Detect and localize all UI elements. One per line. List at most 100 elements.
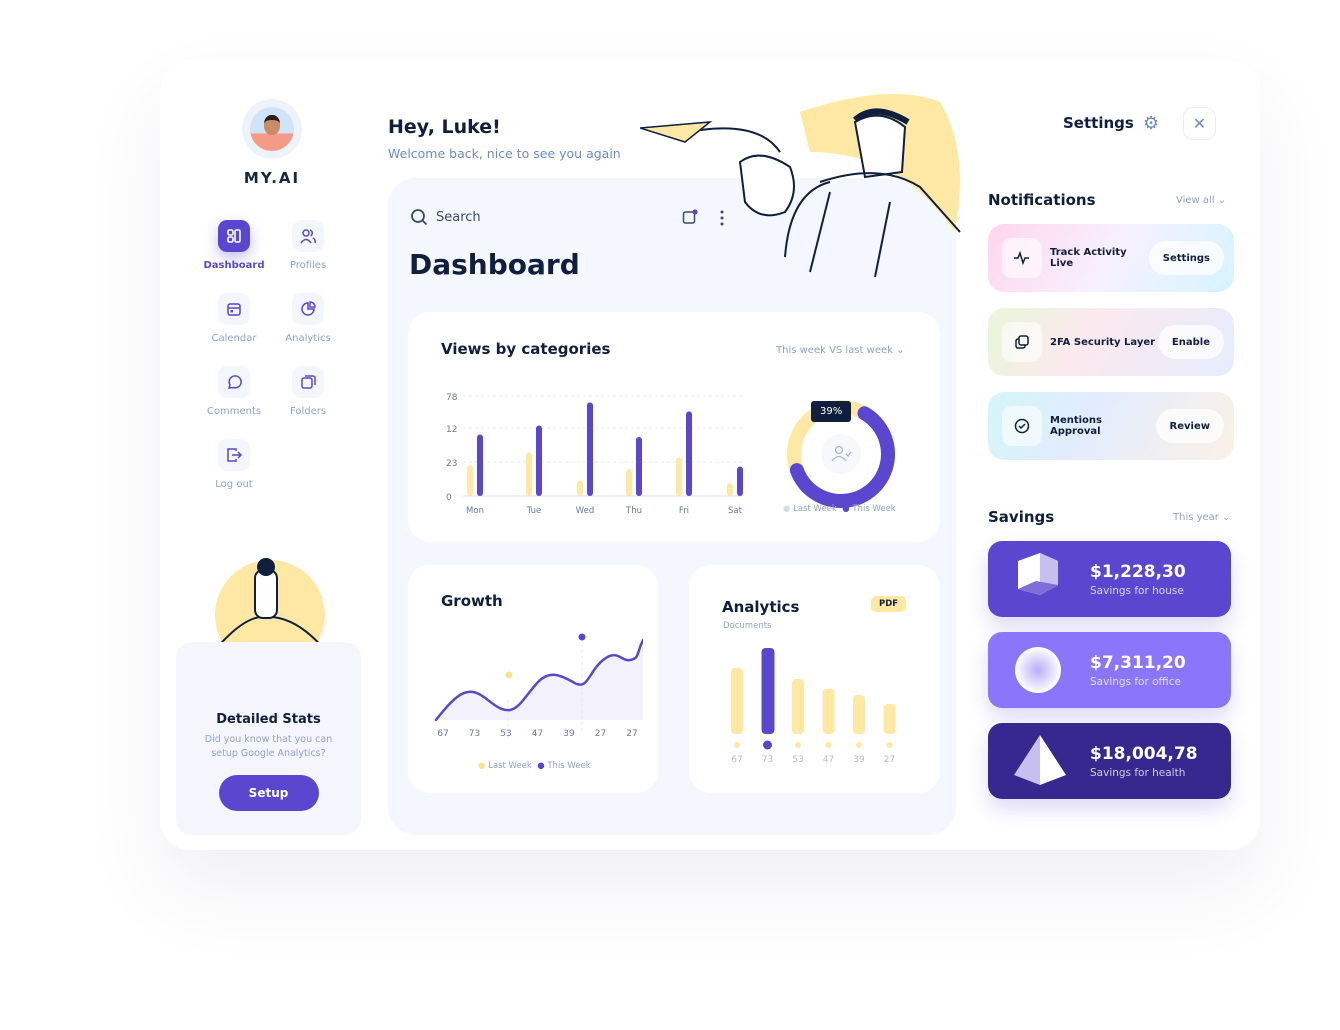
x-tick-label: Tue <box>526 506 542 516</box>
savings-amount: $18,004,78 <box>1090 743 1198 764</box>
folders-icon <box>301 375 316 389</box>
notification-bell-icon[interactable] <box>682 209 698 225</box>
page-title: Dashboard <box>409 248 580 281</box>
legend-last-week: Last Week <box>488 761 532 771</box>
sidebar-item-log-out[interactable]: Log out <box>197 439 271 490</box>
x-tick-label: 53 <box>500 729 511 739</box>
brand-logo: MY.AI <box>243 169 301 187</box>
chevron-down-icon: ⌄ <box>896 345 905 356</box>
users-icon <box>300 229 316 244</box>
bar-dot <box>886 742 893 748</box>
more-options-icon[interactable] <box>718 210 726 226</box>
savings-amount: $1,228,30 <box>1090 561 1186 582</box>
views-card: Views by categories This week VS last we… <box>408 312 940 542</box>
analytics-bar[interactable] <box>761 648 775 734</box>
close-button[interactable]: ✕ <box>1183 107 1216 140</box>
pdf-badge[interactable]: PDF <box>871 596 907 612</box>
bar-last-week[interactable] <box>727 483 733 496</box>
sidebar-item-analytics[interactable]: Analytics <box>271 293 345 344</box>
point-this-week[interactable] <box>576 631 588 643</box>
notification-action-button[interactable]: Review <box>1155 409 1224 443</box>
sidebar-item-folders[interactable]: Folders <box>271 366 345 417</box>
views-title: Views by categories <box>441 340 611 358</box>
growth-title: Growth <box>441 592 503 610</box>
x-tick-label: 39 <box>563 729 575 739</box>
sidebar-item-label: Dashboard <box>203 260 265 271</box>
sidebar-item-label: Log out <box>215 479 253 490</box>
legend-last-week: Last Week <box>793 504 837 514</box>
sidebar-item-comments[interactable]: Comments <box>197 366 271 417</box>
promo-title: Detailed Stats <box>216 712 321 727</box>
bar-this-week[interactable] <box>686 411 692 496</box>
views-filter-dropdown[interactable]: This week VS last week ⌄ <box>776 345 905 356</box>
x-tick-label: 73 <box>469 729 480 739</box>
bar-last-week[interactable] <box>577 480 583 496</box>
x-tick-label: 73 <box>762 755 773 765</box>
bar-last-week[interactable] <box>626 469 632 496</box>
sidebar-item-label: Analytics <box>285 333 331 344</box>
setup-button[interactable]: Setup <box>218 775 319 811</box>
bar-this-week[interactable] <box>636 437 642 496</box>
sidebar-item-calendar[interactable]: Calendar <box>197 293 271 344</box>
analytics-subtitle: Documents <box>723 621 772 631</box>
sidebar-item-profiles[interactable]: Profiles <box>271 220 345 271</box>
bar-last-week[interactable] <box>467 465 473 496</box>
analytics-bar[interactable] <box>822 689 835 734</box>
growth-line-chart: 67 73 53 47 39 27 27 <box>434 631 643 740</box>
x-tick-label: 67 <box>731 755 742 765</box>
search-placeholder: Search <box>436 209 481 225</box>
bar-dot <box>795 742 801 748</box>
bar-this-week[interactable] <box>477 434 483 496</box>
savings-card[interactable]: $18,004,78 Savings for health <box>988 723 1231 799</box>
analytics-bar[interactable] <box>792 679 804 734</box>
bar-this-week[interactable] <box>737 466 743 496</box>
x-tick-label: 27 <box>884 755 895 765</box>
notification-label: Mentions Approval <box>1050 415 1103 437</box>
bar-this-week[interactable] <box>587 402 593 496</box>
analytics-bar-chart: 67 73 53 47 39 27 <box>731 648 896 765</box>
bar-last-week[interactable] <box>526 452 532 496</box>
analytics-title: Analytics <box>722 598 800 616</box>
point-last-week[interactable] <box>503 669 515 681</box>
bar-dot <box>825 742 832 748</box>
y-tick-label: 23 <box>446 459 457 469</box>
analytics-bar[interactable] <box>883 704 896 734</box>
bar-last-week[interactable] <box>676 457 682 496</box>
savings-card[interactable]: $1,228,30 Savings for house <box>988 541 1231 617</box>
close-icon: ✕ <box>1192 114 1207 133</box>
savings-amount: $7,311,20 <box>1090 652 1186 673</box>
notification-item: 2FA Security Layer Enable <box>988 308 1234 376</box>
logout-icon <box>227 448 243 462</box>
avatar[interactable] <box>242 99 302 159</box>
x-tick-label: Wed <box>576 506 595 516</box>
savings-title: Savings <box>988 508 1055 526</box>
promo-text: Did you know that you can setup Google A… <box>204 734 333 759</box>
x-tick-label: 53 <box>792 755 803 765</box>
notification-action-button[interactable]: Enable <box>1157 325 1224 359</box>
growth-legend: ● Last Week ● This Week <box>478 761 591 771</box>
analytics-card: Analytics Documents PDF 67 73 53 47 39 27 <box>689 565 940 793</box>
check-circle-icon <box>1014 418 1030 434</box>
y-tick-label: 78 <box>446 393 458 403</box>
savings-filter-dropdown[interactable]: This year ⌄ <box>1173 512 1231 523</box>
pie-chart-icon <box>301 301 316 316</box>
view-all-link[interactable]: View all ⌄ <box>1176 195 1226 206</box>
notification-label: 2FA Security Layer <box>1050 336 1156 348</box>
x-tick-label: Mon <box>466 506 484 516</box>
greeting: Hey, Luke! <box>388 116 501 138</box>
sidebar-item-label: Comments <box>206 406 262 417</box>
gear-icon[interactable]: ⚙ <box>1143 113 1159 134</box>
search-input[interactable]: Search <box>410 208 481 226</box>
greeting-subtitle: Welcome back, nice to see you again <box>388 146 621 161</box>
notification-action-button[interactable]: Settings <box>1148 241 1224 275</box>
analytics-bar[interactable] <box>853 695 865 734</box>
analytics-bar[interactable] <box>731 668 743 734</box>
savings-card[interactable]: $7,311,20 Savings for office <box>988 632 1231 708</box>
bar-this-week[interactable] <box>536 425 542 496</box>
bar-dot <box>763 740 772 750</box>
x-tick-label: Sat <box>728 506 743 516</box>
sidebar-item-label: Profiles <box>289 260 327 271</box>
sidebar-item-label: Folders <box>289 406 327 417</box>
notification-item: Track Activity Live Settings <box>988 224 1234 292</box>
sidebar-item-dashboard[interactable]: Dashboard <box>197 220 271 271</box>
